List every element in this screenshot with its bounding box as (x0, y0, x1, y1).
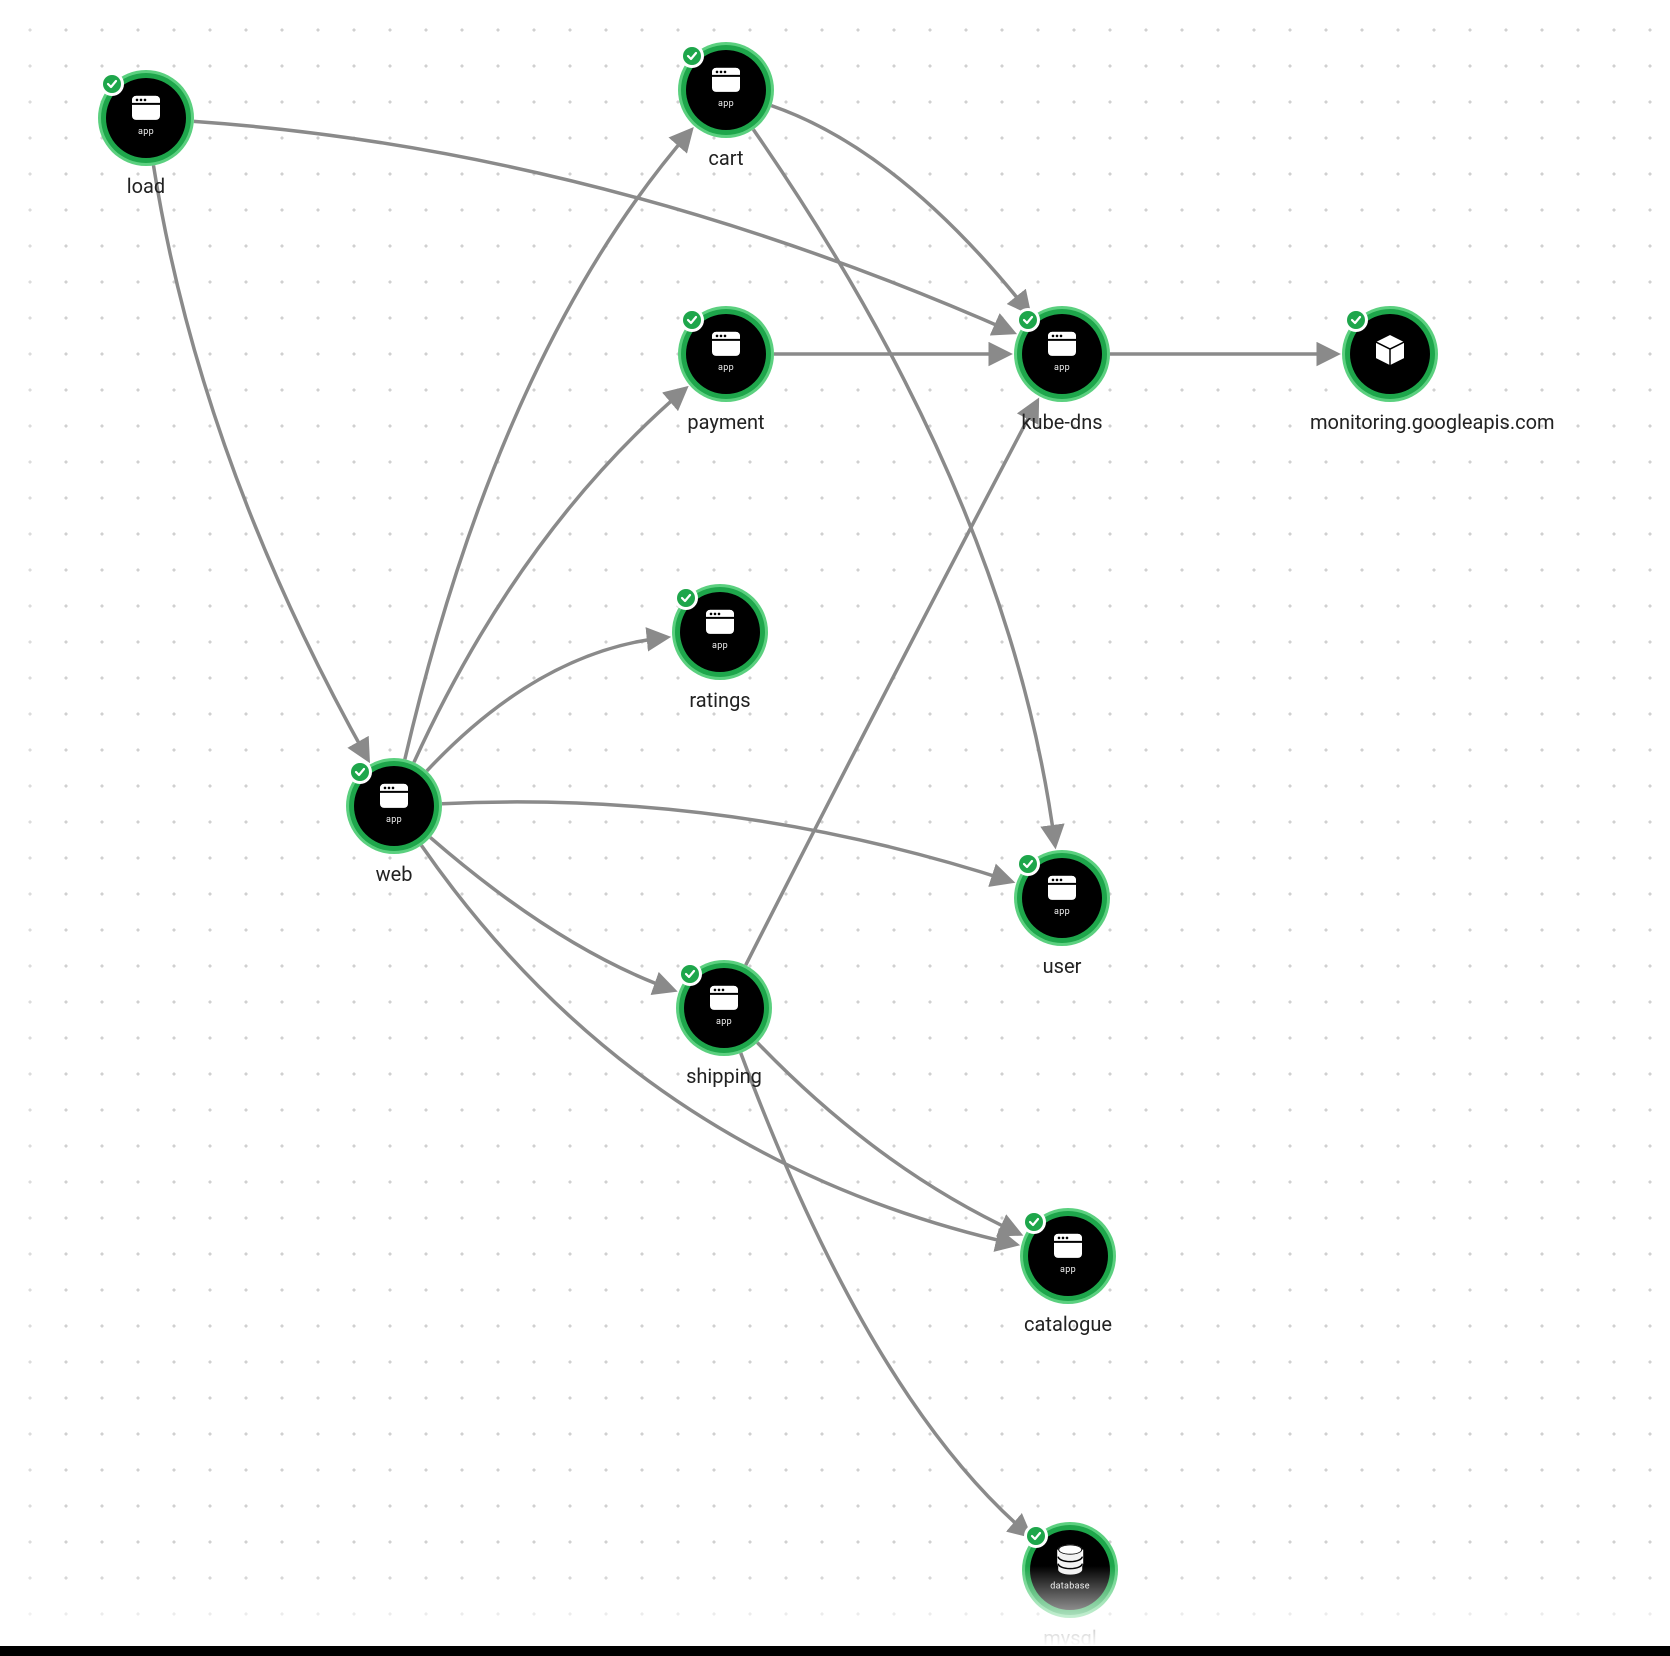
node-circle[interactable]: app (1022, 858, 1102, 938)
bottom-bar (0, 1646, 1670, 1656)
node-icon-sublabel: app (709, 1017, 739, 1027)
check-icon (1027, 1527, 1045, 1545)
node-icon-sublabel: app (1053, 1265, 1083, 1275)
edge-load-to-kube-dns (194, 121, 1013, 332)
edge-web-to-ratings (427, 637, 666, 771)
node-web[interactable]: app web (314, 766, 474, 886)
fade-bottom (0, 1566, 1670, 1646)
check-icon (677, 589, 695, 607)
node-label: catalogue (988, 1312, 1148, 1336)
node-icon-sublabel: app (705, 641, 735, 651)
status-badge (1016, 308, 1040, 332)
node-circle[interactable]: app (106, 78, 186, 158)
node-label: monitoring.googleapis.com (1310, 410, 1470, 434)
node-label: user (982, 954, 1142, 978)
edges-layer (0, 0, 1670, 1656)
node-user[interactable]: app user (982, 858, 1142, 978)
edge-load-to-web (153, 165, 367, 758)
node-circle[interactable]: app (354, 766, 434, 846)
status-badge (348, 760, 372, 784)
node-label: kube-dns (982, 410, 1142, 434)
node-cart[interactable]: app cart (646, 50, 806, 170)
check-icon (1019, 855, 1037, 873)
node-circle[interactable]: app (686, 50, 766, 130)
app-icon: app (1047, 331, 1077, 373)
edge-shipping-to-mysql (741, 1053, 1029, 1535)
check-icon (103, 75, 121, 93)
node-circle[interactable] (1350, 314, 1430, 394)
status-badge (1344, 308, 1368, 332)
node-icon-sublabel: app (1047, 363, 1077, 373)
node-circle[interactable]: app (1028, 1216, 1108, 1296)
status-badge (1022, 1210, 1046, 1234)
edge-cart-to-kube-dns (771, 106, 1028, 312)
check-icon (1019, 311, 1037, 329)
node-ratings[interactable]: app ratings (640, 592, 800, 712)
node-icon-sublabel: app (379, 815, 409, 825)
status-badge (680, 308, 704, 332)
check-icon (351, 763, 369, 781)
edge-web-to-user (442, 802, 1011, 881)
check-icon (681, 965, 699, 983)
node-kube-dns[interactable]: app kube-dns (982, 314, 1142, 434)
node-label: payment (646, 410, 806, 434)
node-circle[interactable]: app (686, 314, 766, 394)
check-icon (683, 47, 701, 65)
app-icon: app (1053, 1233, 1083, 1275)
node-label: web (314, 862, 474, 886)
edge-cart-to-user (753, 129, 1055, 844)
check-icon (1025, 1213, 1043, 1231)
status-badge (678, 962, 702, 986)
node-icon-sublabel: database (1050, 1582, 1090, 1592)
node-icon-sublabel: app (711, 99, 741, 109)
node-label: cart (646, 146, 806, 170)
app-icon: app (131, 95, 161, 137)
node-icon-sublabel: app (131, 127, 161, 137)
database-icon: database (1050, 1544, 1090, 1592)
node-circle[interactable]: app (684, 968, 764, 1048)
app-icon: app (709, 985, 739, 1027)
status-badge (674, 586, 698, 610)
node-icon-sublabel: app (711, 363, 741, 373)
fade-left (0, 0, 40, 1656)
status-badge (100, 72, 124, 96)
node-icon-sublabel: app (1047, 907, 1077, 917)
node-shipping[interactable]: app shipping (644, 968, 804, 1088)
node-catalogue[interactable]: app catalogue (988, 1216, 1148, 1336)
node-mysql[interactable]: databasemysql (990, 1530, 1150, 1650)
check-icon (683, 311, 701, 329)
check-icon (1347, 311, 1365, 329)
status-badge (680, 44, 704, 68)
topology-canvas[interactable]: app load app cart app payment app kube-dns monit… (0, 0, 1670, 1656)
node-label: ratings (640, 688, 800, 712)
node-payment[interactable]: app payment (646, 314, 806, 434)
node-label: shipping (644, 1064, 804, 1088)
app-icon: app (379, 783, 409, 825)
node-circle[interactable]: app (1022, 314, 1102, 394)
cube-icon (1373, 333, 1407, 371)
status-badge (1016, 852, 1040, 876)
node-circle[interactable]: app (680, 592, 760, 672)
node-load[interactable]: app load (66, 78, 226, 198)
node-label: load (66, 174, 226, 198)
app-icon: app (711, 331, 741, 373)
app-icon: app (705, 609, 735, 651)
app-icon: app (711, 67, 741, 109)
node-circle[interactable]: database (1030, 1530, 1110, 1610)
status-badge (1024, 1524, 1048, 1548)
app-icon: app (1047, 875, 1077, 917)
node-monitoring[interactable]: monitoring.googleapis.com (1310, 314, 1470, 434)
